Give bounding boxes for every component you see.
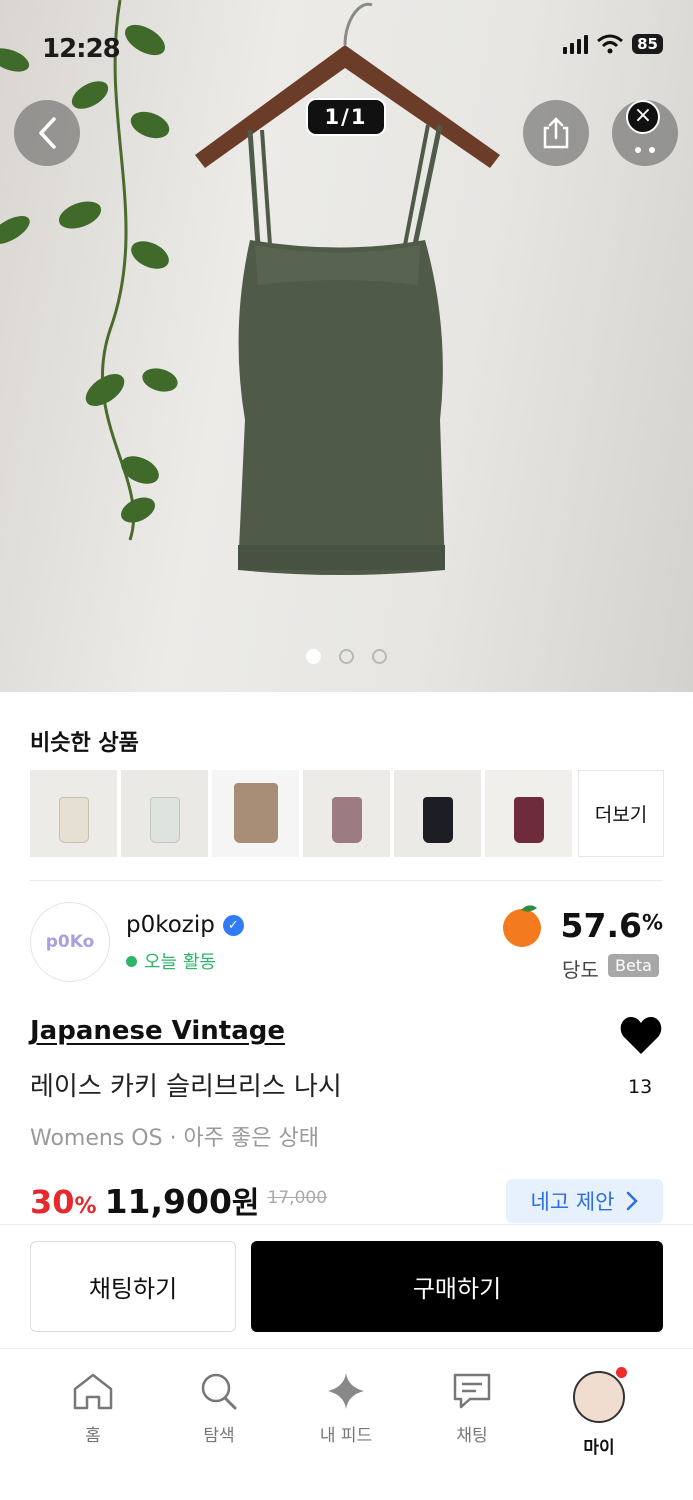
like-heart-icon[interactable]	[619, 1014, 663, 1056]
seller-avatar-logo: p0Ko	[45, 932, 95, 952]
sparkle-icon	[328, 1373, 364, 1409]
close-icon[interactable]: ×	[626, 100, 660, 134]
price-unit: 원	[231, 1186, 260, 1221]
similar-item-thumb[interactable]	[121, 770, 208, 857]
sale-price: 11,900	[104, 1182, 232, 1221]
share-button[interactable]	[523, 100, 589, 166]
sweetness-score[interactable]: 57.6%	[499, 902, 663, 948]
sweetness-unit: %	[641, 910, 663, 935]
tab-my[interactable]: 마이	[549, 1367, 649, 1458]
similar-item-thumb[interactable]	[303, 770, 390, 857]
notification-dot	[616, 1367, 627, 1378]
image-counter: 1/1	[306, 98, 386, 136]
tab-label: 내 피드	[319, 1426, 373, 1446]
similar-item-thumb[interactable]	[394, 770, 481, 857]
verified-icon: ✓	[222, 914, 244, 936]
similar-item-thumb[interactable]	[485, 770, 572, 857]
battery-indicator: 85	[632, 34, 663, 54]
back-button[interactable]	[14, 100, 80, 166]
status-time: 12:28	[42, 34, 121, 64]
tab-label: 마이	[583, 1438, 615, 1458]
chevron-right-icon	[627, 1191, 639, 1211]
similar-items-list: 더보기	[30, 770, 664, 857]
chat-button[interactable]: 채팅하기	[30, 1241, 236, 1332]
seller-avatar[interactable]: p0Ko	[30, 902, 110, 982]
search-icon	[201, 1373, 237, 1410]
carousel-dot[interactable]	[339, 649, 354, 664]
seller-name: p0kozip	[126, 912, 215, 938]
wifi-icon	[597, 34, 624, 54]
product-title: 레이스 카키 슬리브리스 나시	[30, 1072, 342, 1102]
online-dot-icon	[126, 955, 137, 967]
brand-link[interactable]: Japanese Vintage	[30, 1016, 285, 1046]
tab-my-feed[interactable]: 내 피드	[296, 1371, 396, 1446]
sweetness-value: 57.6	[560, 905, 642, 945]
cart-icon	[635, 147, 655, 153]
carousel-dot[interactable]	[372, 649, 387, 664]
chat-icon	[453, 1373, 491, 1409]
profile-avatar	[573, 1367, 627, 1423]
status-indicators: 85	[563, 34, 663, 54]
price-row: 30% 11,900 원 17,000	[30, 1178, 327, 1222]
tab-chat[interactable]: 채팅	[422, 1371, 522, 1446]
tab-search[interactable]: 탐색	[169, 1371, 269, 1446]
tab-label: 채팅	[456, 1426, 488, 1446]
more-button[interactable]: ×	[612, 100, 678, 166]
discount-unit: %	[74, 1194, 97, 1219]
tab-label: 탐색	[203, 1426, 235, 1446]
seller-activity-label: 오늘 활동	[144, 952, 216, 973]
bottom-tab-bar: 홈 탐색 내 피드 채팅 마이	[0, 1348, 693, 1500]
orange-icon	[503, 905, 542, 947]
similar-items-title: 비슷한 상품	[30, 731, 139, 756]
product-image[interactable]: 12:28 85 1/1 ×	[0, 0, 693, 692]
see-more-button[interactable]: 더보기	[578, 770, 664, 857]
sweetness-label: 당도	[562, 958, 599, 982]
home-icon	[73, 1373, 113, 1410]
signal-icon	[563, 34, 589, 54]
carousel-indicator	[306, 649, 387, 664]
beta-badge: Beta	[608, 954, 659, 977]
share-icon	[543, 117, 569, 149]
tab-label: 홈	[85, 1426, 101, 1446]
action-bar: 채팅하기 구매하기	[0, 1224, 693, 1348]
discount-rate: 30	[30, 1183, 75, 1221]
similar-item-thumb[interactable]	[212, 770, 299, 857]
seller-name-row[interactable]: p0kozip ✓	[126, 912, 244, 938]
chevron-left-icon	[39, 117, 56, 149]
original-price: 17,000	[267, 1188, 328, 1208]
buy-button[interactable]: 구매하기	[251, 1241, 663, 1332]
offer-label: 네고 제안	[530, 1190, 615, 1214]
carousel-dot[interactable]	[306, 649, 321, 664]
product-meta: Womens OS · 아주 좋은 상태	[30, 1126, 319, 1151]
like-count: 13	[628, 1076, 653, 1098]
tab-home[interactable]: 홈	[43, 1371, 143, 1446]
seller-activity: 오늘 활동	[126, 948, 216, 974]
divider	[30, 880, 663, 881]
offer-button[interactable]: 네고 제안	[506, 1179, 663, 1223]
similar-item-thumb[interactable]	[30, 770, 117, 857]
